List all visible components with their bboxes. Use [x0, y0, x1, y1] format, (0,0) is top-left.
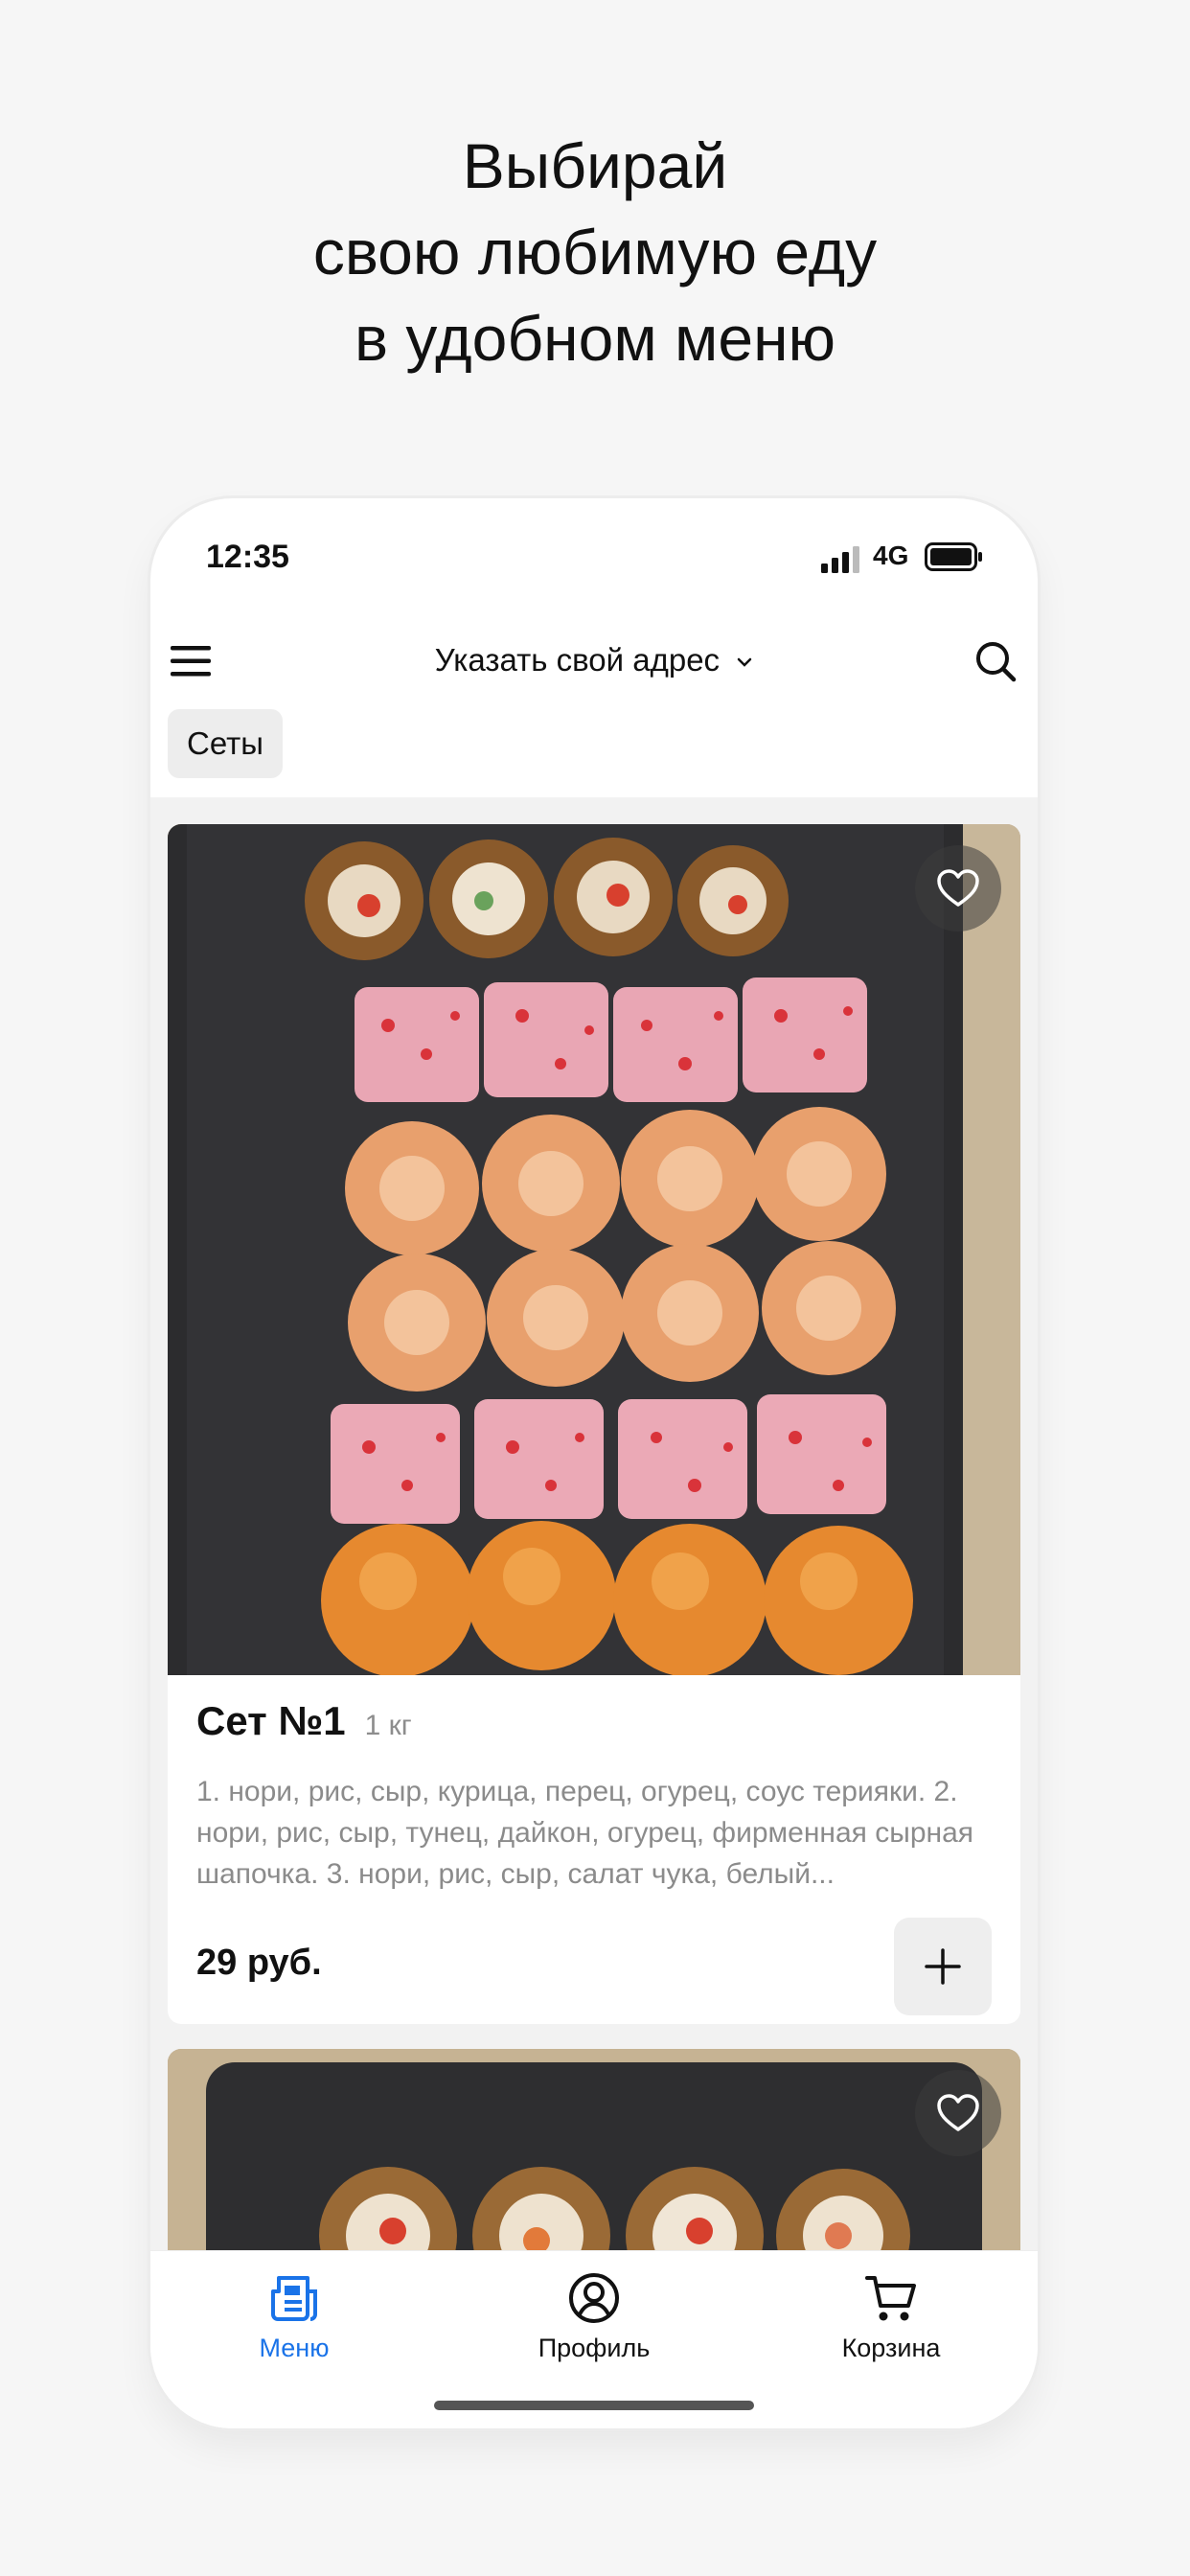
favorite-button[interactable] [915, 2070, 1001, 2156]
chevron-down-icon [737, 658, 752, 668]
phone-frame: 12:35 4G Указать свой адрес Сеты Сет №1 … [150, 498, 1038, 2428]
add-to-cart-button[interactable] [894, 1918, 992, 2015]
bottom-tab-bar: Меню Профиль Корзина [150, 2250, 1038, 2428]
app-bar: Указать свой адрес [150, 613, 1038, 719]
heart-icon [937, 2094, 979, 2131]
tab-profile[interactable]: Профиль [498, 2268, 690, 2363]
product-weight: 1 кг [364, 1710, 412, 1741]
status-bar: 12:35 4G [150, 498, 1038, 613]
promo-headline: Выбирай свою любимую еду в удобном меню [0, 123, 1190, 381]
product-name: Сет №1 [196, 1698, 346, 1743]
product-price: 29 руб. [196, 1943, 322, 1983]
product-description: 1. нори, рис, сыр, курица, перец, огурец… [196, 1776, 973, 1890]
battery-icon [925, 542, 982, 571]
search-icon[interactable] [973, 638, 1018, 684]
network-type: 4G [873, 540, 909, 570]
headline-line-3: в удобном меню [354, 303, 836, 374]
heart-icon [937, 869, 979, 907]
tab-menu[interactable]: Меню [198, 2268, 390, 2363]
tab-cart[interactable]: Корзина [795, 2268, 987, 2363]
cart-icon [865, 2276, 916, 2321]
home-indicator[interactable] [434, 2401, 754, 2410]
headline-line-2: свою любимую еду [312, 217, 878, 288]
address-label: Указать свой адрес [434, 642, 721, 678]
category-chips: Сеты [168, 709, 283, 778]
product-title-row: Сет №1 1 кг [196, 1698, 992, 1756]
tab-cart-label: Корзина [841, 2334, 941, 2362]
menu-document-icon [271, 2276, 317, 2321]
product-price-row: 29 руб. [196, 1918, 992, 2015]
address-selector[interactable]: Указать свой адрес [150, 642, 1038, 678]
status-time: 12:35 [206, 539, 289, 575]
tab-profile-label: Профиль [538, 2334, 651, 2362]
sushi-set-photo [168, 2049, 1020, 2250]
signal-icon [821, 546, 859, 573]
product-card-body: Сет №1 1 кг 1. нори, рис, сыр, курица, п… [168, 1698, 1020, 2015]
category-chip-sets[interactable]: Сеты [168, 709, 283, 778]
favorite-button[interactable] [915, 845, 1001, 932]
tab-menu-label: Меню [259, 2334, 330, 2362]
sushi-set-photo [168, 824, 1020, 1675]
product-card[interactable]: Сет №1 1 кг 1. нори, рис, сыр, курица, п… [168, 824, 1020, 2024]
headline-line-1: Выбирай [462, 130, 728, 201]
category-chip-label: Сеты [187, 725, 263, 761]
plus-icon [925, 1948, 961, 1985]
product-feed[interactable]: Сет №1 1 кг 1. нори, рис, сыр, курица, п… [150, 797, 1038, 2250]
profile-icon [569, 2273, 619, 2323]
product-card[interactable] [168, 2049, 1020, 2250]
